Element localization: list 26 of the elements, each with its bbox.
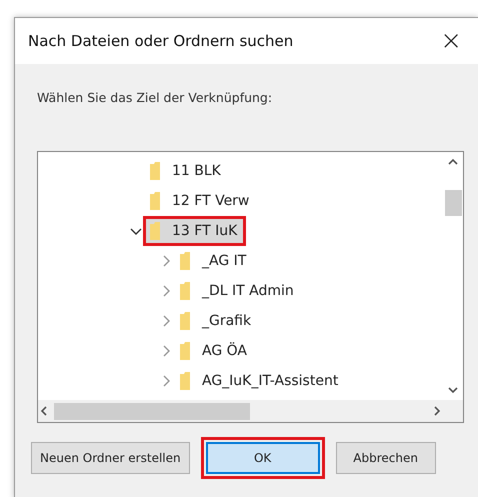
dialog-button[interactable]: Neuen Ordner erstellen bbox=[31, 442, 190, 474]
dialog-button[interactable]: Abbrechen bbox=[336, 442, 436, 474]
folder-icon bbox=[180, 372, 190, 390]
folder-item[interactable]: AG_IuK_IT-Assistent bbox=[176, 369, 344, 393]
horizontal-scrollbar[interactable] bbox=[38, 400, 443, 422]
folder-icon bbox=[150, 162, 160, 180]
scroll-thumb[interactable] bbox=[54, 402, 250, 420]
folder-icon bbox=[180, 252, 190, 270]
folder-item[interactable]: _Grafik bbox=[176, 309, 258, 333]
folder-icon bbox=[180, 312, 190, 330]
folder-icon bbox=[150, 222, 160, 240]
folder-icon bbox=[180, 282, 190, 300]
folder-item[interactable]: 11 BLK bbox=[146, 159, 227, 183]
folder-item[interactable]: 12 FT Verw bbox=[146, 189, 256, 213]
folder-item[interactable]: _AG IT bbox=[176, 249, 252, 273]
folder-item[interactable]: _DL IT Admin bbox=[176, 279, 300, 303]
window-title: Nach Dateien oder Ordnern suchen bbox=[28, 32, 294, 50]
prompt-text: Wählen Sie das Ziel der Verknüpfung: bbox=[37, 90, 272, 105]
scrollbar-corner bbox=[443, 400, 463, 422]
folder-item[interactable]: AG ÖA bbox=[176, 339, 253, 363]
folder-icon bbox=[180, 342, 190, 360]
folder-icon bbox=[150, 192, 160, 210]
close-button[interactable]: × bbox=[436, 28, 466, 54]
scroll-thumb[interactable] bbox=[444, 190, 462, 216]
folder-item[interactable]: 13 FT IuK bbox=[146, 219, 244, 243]
ok-button[interactable]: OK bbox=[206, 442, 320, 474]
